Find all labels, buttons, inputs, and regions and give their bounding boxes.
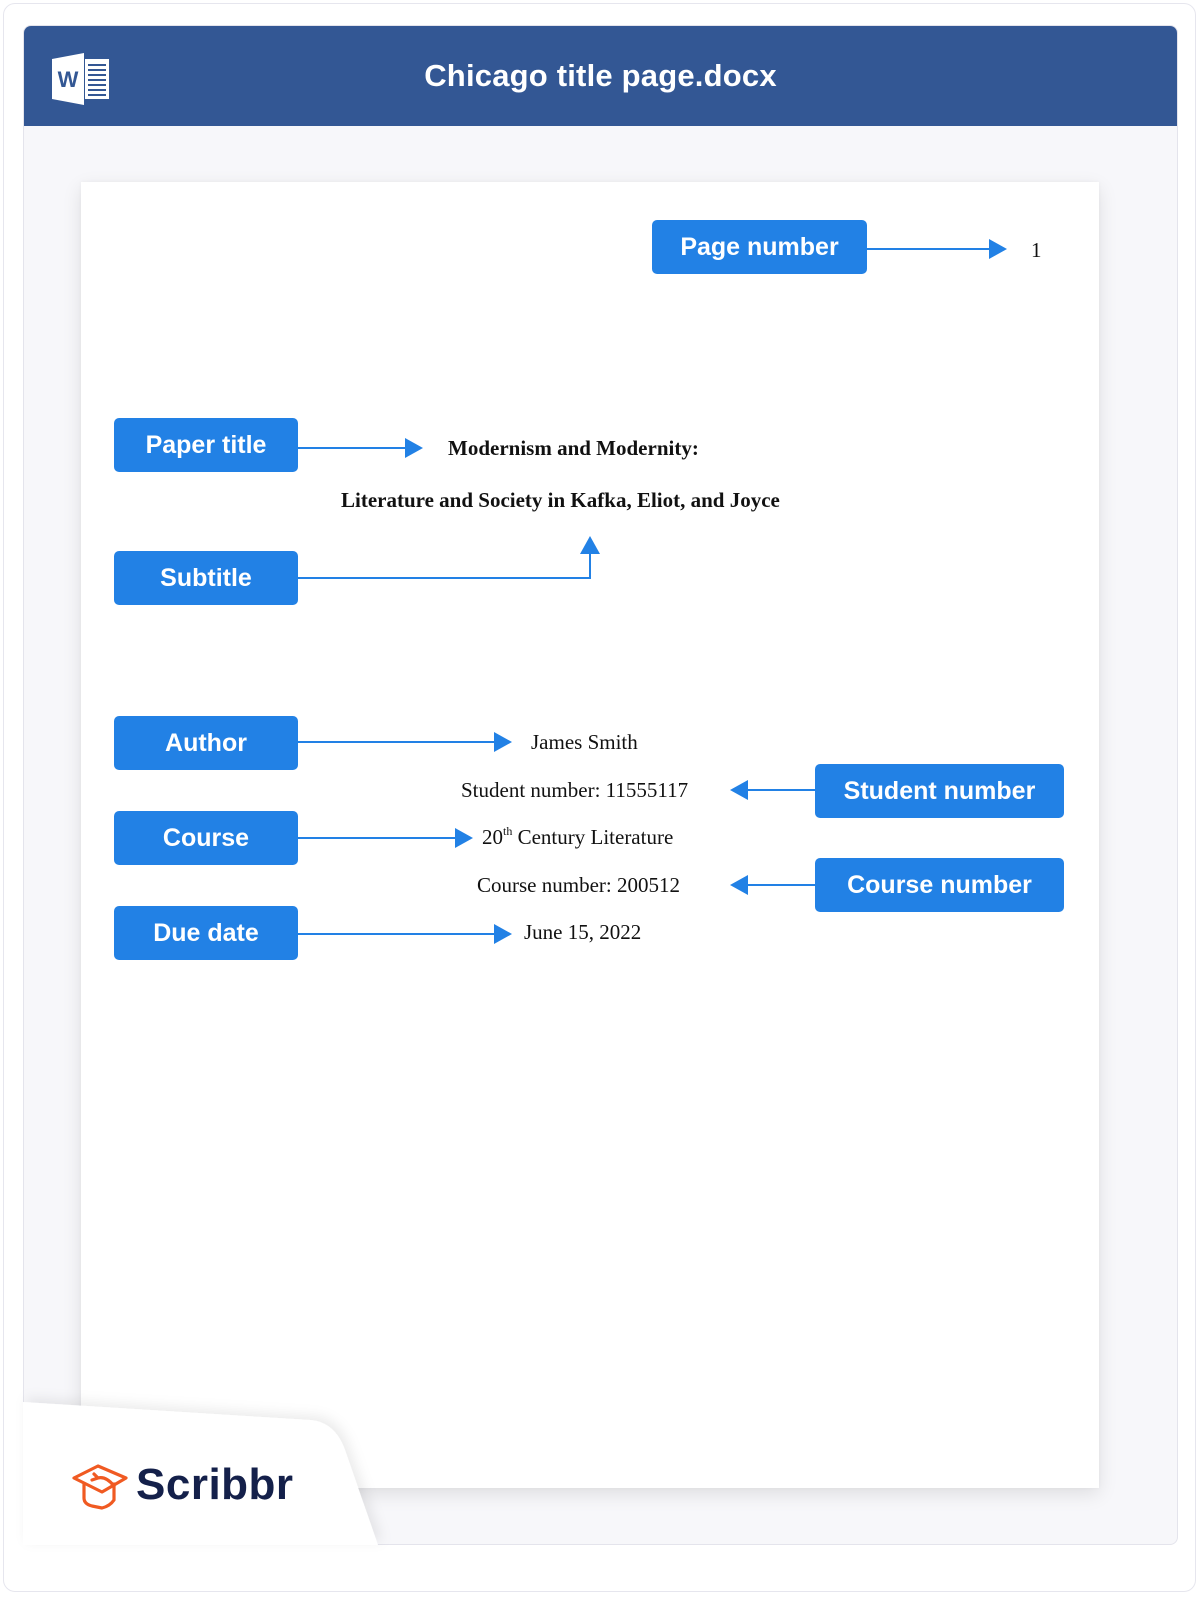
due-date-text: June 15, 2022 <box>524 920 642 944</box>
page-number-label: Page number <box>652 220 867 274</box>
course-label: Course <box>114 811 298 865</box>
author-text: James Smith <box>531 730 638 754</box>
brand-name: Scribbr <box>136 1460 294 1509</box>
course-number-text: Course number: 200512 <box>477 873 680 897</box>
paper-title-label: Paper title <box>114 418 298 472</box>
subtitle-text: Literature and Society in Kafka, Eliot, … <box>341 488 780 512</box>
author-label: Author <box>114 716 298 770</box>
course-prefix: 20 <box>482 825 503 849</box>
student-number-label: Student number <box>815 764 1064 818</box>
paper-title-text: Modernism and Modernity: <box>448 436 699 460</box>
course-text: 20th Century Literature <box>482 824 674 849</box>
title-bar: W Chicago title page.docx <box>24 26 1177 126</box>
course-superscript: th <box>503 824 513 838</box>
course-suffix: Century Literature <box>512 825 674 849</box>
window-title: Chicago title page.docx <box>424 58 777 93</box>
due-date-label: Due date <box>114 906 298 960</box>
course-number-label: Course number <box>815 858 1064 912</box>
page-number-value: 1 <box>1031 238 1042 262</box>
graduation-cap-icon <box>72 1464 128 1510</box>
subtitle-label: Subtitle <box>114 551 298 605</box>
student-number-text: Student number: 11555117 <box>461 778 689 802</box>
